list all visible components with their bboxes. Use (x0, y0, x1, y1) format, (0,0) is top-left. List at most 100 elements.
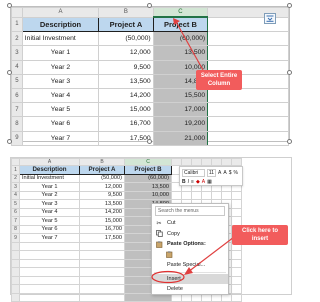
project-a-cell[interactable]: 13,500 (98, 73, 154, 89)
description-cell[interactable]: Year 7 (21, 130, 100, 146)
row-header[interactable]: 7 (11, 102, 23, 118)
description-cell[interactable]: Year 7 (19, 233, 80, 243)
empty-cell[interactable] (207, 31, 289, 47)
menu-item-cut[interactable]: ✂ Cut (152, 218, 228, 229)
clipboard-icon[interactable] (165, 251, 173, 259)
description-cell[interactable]: Year 1 (21, 45, 100, 61)
project-b-cell[interactable]: 21,000 (152, 130, 209, 146)
column-header-empty[interactable] (207, 7, 289, 18)
row-header[interactable]: 4 (11, 190, 20, 200)
font-size-box[interactable]: 11 (207, 168, 216, 177)
empty-cell[interactable] (231, 284, 242, 294)
borders-icon[interactable]: ▦ (207, 179, 212, 185)
empty-cell[interactable] (207, 16, 289, 33)
empty-cell[interactable] (19, 250, 80, 260)
column-header-empty[interactable] (201, 158, 212, 166)
select-all-corner[interactable] (11, 158, 20, 166)
empty-cell[interactable] (171, 190, 182, 200)
description-cell[interactable]: Year 5 (21, 102, 100, 118)
row-header[interactable] (11, 267, 20, 277)
empty-cell[interactable] (19, 275, 80, 285)
empty-cell[interactable] (79, 292, 125, 302)
column-header-b[interactable]: B (98, 7, 154, 18)
fill-color-icon[interactable]: ◆ (196, 179, 200, 185)
bold-button[interactable]: B (182, 179, 186, 185)
row-header[interactable]: 4 (11, 59, 23, 75)
column-header-empty[interactable] (211, 158, 222, 166)
empty-cell[interactable] (231, 216, 242, 226)
row-header[interactable]: 2 (11, 173, 20, 183)
row-header[interactable]: 6 (11, 207, 20, 217)
empty-cell[interactable] (181, 190, 192, 200)
empty-cell[interactable] (207, 87, 289, 104)
description-cell[interactable]: Year 2 (21, 59, 100, 75)
empty-cell[interactable] (231, 190, 242, 200)
project-a-cell[interactable]: 12,000 (98, 45, 154, 61)
column-header-empty[interactable] (171, 158, 182, 166)
row-header[interactable]: 5 (11, 199, 20, 209)
column-header-empty[interactable] (181, 158, 192, 166)
project-a-cell[interactable]: 16,700 (79, 224, 125, 234)
description-cell[interactable]: Year 5 (19, 216, 80, 226)
empty-cell[interactable] (19, 258, 80, 268)
project-a-cell[interactable]: (50,000) (98, 31, 154, 47)
project-a-cell[interactable]: 13,500 (79, 199, 125, 209)
empty-cell[interactable] (231, 292, 242, 302)
description-cell[interactable]: Year 4 (19, 207, 80, 217)
row-header[interactable] (11, 258, 20, 268)
column-header-empty[interactable] (191, 158, 202, 166)
description-cell[interactable]: Initial Investment (21, 31, 100, 47)
row-header[interactable]: 2 (11, 31, 23, 47)
empty-cell[interactable] (79, 284, 125, 294)
percent-button[interactable]: % (233, 170, 237, 176)
project-a-cell[interactable]: 17,500 (79, 233, 125, 243)
increase-font-icon[interactable]: A (218, 170, 221, 176)
description-cell[interactable]: Year 3 (21, 73, 100, 89)
description-cell[interactable]: Year 6 (19, 224, 80, 234)
layout-options-icon[interactable] (264, 13, 276, 24)
empty-cell[interactable] (191, 190, 202, 200)
project-a-cell[interactable]: 9,500 (79, 190, 125, 200)
row-header[interactable]: 3 (11, 45, 23, 61)
description-cell[interactable]: Year 1 (19, 182, 80, 192)
header-cell[interactable]: Description (19, 165, 80, 175)
resize-handle-bottom-middle[interactable] (147, 139, 152, 144)
row-header[interactable] (11, 284, 20, 294)
resize-handle-middle-left[interactable] (7, 70, 12, 75)
project-a-cell[interactable]: (50,000) (79, 173, 125, 183)
header-cell[interactable]: Description (21, 16, 100, 33)
project-a-cell[interactable]: 15,000 (98, 102, 154, 118)
resize-handle-middle-right[interactable] (287, 70, 292, 75)
description-cell[interactable]: Year 6 (21, 116, 100, 132)
empty-cell[interactable] (201, 190, 212, 200)
project-a-cell[interactable]: 14,200 (79, 207, 125, 217)
project-a-cell[interactable]: 15,000 (79, 216, 125, 226)
empty-cell[interactable] (207, 102, 289, 118)
menu-search-box[interactable]: Search the menus (155, 206, 225, 216)
project-a-cell[interactable]: 16,700 (98, 116, 154, 132)
row-header[interactable]: 6 (11, 87, 23, 104)
project-b-cell[interactable]: (60,000) (124, 173, 172, 183)
empty-cell[interactable] (211, 190, 222, 200)
description-cell[interactable]: Year 2 (19, 190, 80, 200)
row-header[interactable] (11, 241, 20, 251)
header-cell[interactable]: Project B (124, 165, 172, 175)
row-header[interactable] (11, 292, 20, 302)
column-header-a[interactable]: A (19, 158, 80, 166)
project-a-cell[interactable]: 14,200 (98, 87, 154, 104)
empty-cell[interactable] (207, 130, 289, 146)
font-color-icon[interactable]: A (202, 179, 205, 185)
project-b-cell[interactable]: 17,000 (152, 102, 209, 118)
resize-handle-bottom-left[interactable] (7, 139, 12, 144)
header-cell[interactable]: Project A (79, 165, 125, 175)
empty-cell[interactable] (79, 250, 125, 260)
row-header[interactable] (11, 275, 20, 285)
resize-handle-top-right[interactable] (287, 3, 292, 8)
description-cell[interactable]: Initial Investment (19, 173, 80, 183)
project-b-cell[interactable]: 13,500 (124, 182, 172, 192)
empty-cell[interactable] (19, 267, 80, 277)
menu-item-delete[interactable]: Delete (152, 284, 228, 295)
empty-cell[interactable] (79, 275, 125, 285)
project-a-cell[interactable]: 9,500 (98, 59, 154, 75)
row-header[interactable]: 8 (11, 224, 20, 234)
